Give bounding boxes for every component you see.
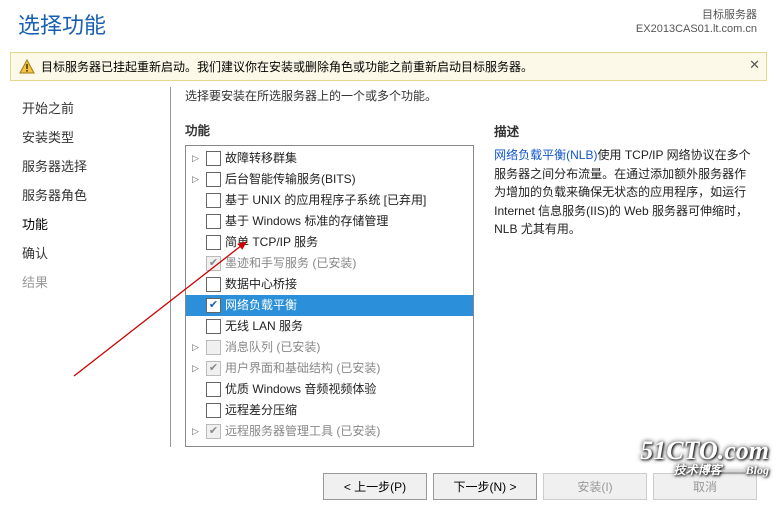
feature-label: 远程服务器管理工具 (已安装): [225, 422, 380, 441]
feature-label: 用户界面和基础结构 (已安装): [225, 359, 380, 378]
feature-label: 优质 Windows 音频视频体验: [225, 380, 376, 399]
feature-row[interactable]: ▷ 后台智能传输服务(BITS): [186, 169, 473, 190]
feature-label: 基于 UNIX 的应用程序子系统 [已弃用]: [225, 191, 426, 210]
sidebar-item-5[interactable]: 确认: [20, 238, 170, 267]
feature-row[interactable]: ▷ 故障转移群集: [186, 148, 473, 169]
features-listbox[interactable]: ▷ 故障转移群集 ▷ 后台智能传输服务(BITS) 基于 UNIX 的应用程序子系统 […: [185, 145, 474, 447]
sidebar-item-6: 结果: [20, 267, 170, 296]
feature-row[interactable]: 优质 Windows 音频视频体验: [186, 379, 473, 400]
feature-checkbox: [206, 361, 221, 376]
feature-label: 消息队列 (已安装): [225, 338, 320, 357]
feature-label: 墨迹和手写服务 (已安装): [225, 254, 356, 273]
sidebar-item-3[interactable]: 服务器角色: [20, 180, 170, 209]
feature-row[interactable]: 远程差分压缩: [186, 400, 473, 421]
feature-checkbox[interactable]: [206, 151, 221, 166]
warning-text: 目标服务器已挂起重新启动。我们建议你在安装或删除角色或功能之前重新启动目标服务器…: [41, 58, 533, 75]
expander-icon[interactable]: ▷: [192, 170, 202, 189]
feature-row[interactable]: 网络负载平衡: [186, 295, 473, 316]
feature-label: 无线 LAN 服务: [225, 317, 303, 336]
expander-icon[interactable]: ▷: [192, 149, 202, 168]
feature-checkbox: [206, 424, 221, 439]
description-link[interactable]: 网络负载平衡(NLB): [494, 148, 597, 162]
feature-label: 网络负载平衡: [225, 296, 297, 315]
prev-button[interactable]: < 上一步(P): [323, 473, 427, 500]
feature-checkbox[interactable]: [206, 319, 221, 334]
feature-checkbox[interactable]: [206, 403, 221, 418]
install-button: 安装(I): [543, 473, 647, 500]
close-icon[interactable]: ✕: [749, 57, 760, 73]
feature-checkbox[interactable]: [206, 298, 221, 313]
sidebar-item-4[interactable]: 功能: [20, 209, 170, 238]
expander-icon[interactable]: ▷: [192, 422, 202, 441]
warning-banner: 目标服务器已挂起重新启动。我们建议你在安装或删除角色或功能之前重新启动目标服务器…: [10, 52, 767, 81]
description-text: 网络负载平衡(NLB)使用 TCP/IP 网络协议在多个服务器之间分布流量。在通…: [494, 146, 757, 239]
feature-checkbox[interactable]: [206, 193, 221, 208]
feature-row[interactable]: 基于 Windows 标准的存储管理: [186, 211, 473, 232]
feature-checkbox[interactable]: [206, 277, 221, 292]
wizard-steps-sidebar: 开始之前安装类型服务器选择服务器角色功能确认结果: [20, 87, 170, 447]
feature-label: 简单 TCP/IP 服务: [225, 233, 318, 252]
feature-row[interactable]: 简单 TCP/IP 服务: [186, 232, 473, 253]
wizard-buttons: < 上一步(P) 下一步(N) > 安装(I) 取消: [323, 473, 757, 500]
feature-row[interactable]: ▷ 远程服务器管理工具 (已安装): [186, 421, 473, 442]
feature-checkbox: [206, 256, 221, 271]
warning-icon: [19, 59, 35, 75]
features-heading: 功能: [185, 120, 474, 139]
sidebar-item-0[interactable]: 开始之前: [20, 93, 170, 122]
target-server-label: 目标服务器: [636, 8, 757, 22]
feature-checkbox[interactable]: [206, 172, 221, 187]
feature-row[interactable]: 无线 LAN 服务: [186, 316, 473, 337]
feature-row[interactable]: 墨迹和手写服务 (已安装): [186, 253, 473, 274]
feature-checkbox: [206, 340, 221, 355]
expander-icon[interactable]: ▷: [192, 359, 202, 378]
expander-icon[interactable]: ▷: [192, 338, 202, 357]
sidebar-item-2[interactable]: 服务器选择: [20, 151, 170, 180]
feature-label: 远程差分压缩: [225, 401, 297, 420]
feature-row[interactable]: ▷ 消息队列 (已安装): [186, 337, 473, 358]
target-server-box: 目标服务器 EX2013CAS01.lt.com.cn: [636, 8, 757, 37]
feature-row[interactable]: 数据中心桥接: [186, 274, 473, 295]
page-title: 选择功能: [18, 8, 106, 40]
next-button[interactable]: 下一步(N) >: [433, 473, 537, 500]
feature-label: 数据中心桥接: [225, 275, 297, 294]
feature-row[interactable]: ▷ 用户界面和基础结构 (已安装): [186, 358, 473, 379]
feature-checkbox[interactable]: [206, 382, 221, 397]
target-server-name: EX2013CAS01.lt.com.cn: [636, 22, 757, 36]
feature-checkbox[interactable]: [206, 214, 221, 229]
feature-label: 后台智能传输服务(BITS): [225, 170, 356, 189]
description-heading: 描述: [494, 121, 757, 140]
cancel-button: 取消: [653, 473, 757, 500]
feature-label: 故障转移群集: [225, 149, 297, 168]
feature-row[interactable]: 基于 UNIX 的应用程序子系统 [已弃用]: [186, 190, 473, 211]
feature-label: 基于 Windows 标准的存储管理: [225, 212, 388, 231]
intro-text: 选择要安装在所选服务器上的一个或多个功能。: [185, 87, 474, 104]
feature-checkbox[interactable]: [206, 235, 221, 250]
sidebar-item-1[interactable]: 安装类型: [20, 122, 170, 151]
